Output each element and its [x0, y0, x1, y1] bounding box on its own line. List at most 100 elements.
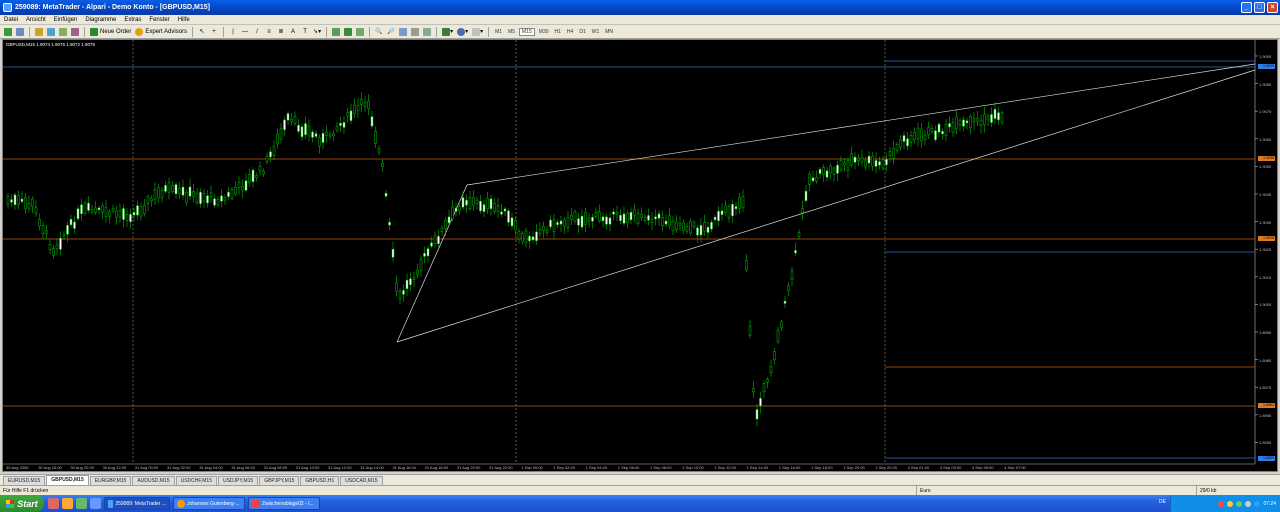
timeframe-m30[interactable]: M30: [537, 29, 551, 35]
tray-icon-4[interactable]: [1245, 500, 1252, 507]
quicklaunch-icon-1[interactable]: [48, 498, 59, 509]
language-indicator[interactable]: DE: [1159, 499, 1166, 505]
trendline-tool[interactable]: /: [252, 27, 262, 37]
price-tick-label: 1.9055: [1259, 164, 1272, 170]
candle-body: [507, 210, 510, 223]
minimize-button[interactable]: _: [1241, 2, 1252, 13]
candle-body: [97, 207, 101, 211]
tab-usdcad-m15[interactable]: USDCAD,M15: [340, 476, 383, 485]
new-chart-button[interactable]: [3, 27, 13, 37]
chart-area[interactable]: GBPUSD,M15 1.9074 1.9076 1.9072 1.9075 1…: [2, 39, 1278, 472]
profiles-button[interactable]: [15, 27, 25, 37]
timeframe-h4[interactable]: H4: [565, 29, 575, 35]
timeframe-h1[interactable]: H1: [553, 29, 563, 35]
candle-body: [804, 190, 808, 201]
start-button[interactable]: Start: [0, 495, 44, 512]
time-tick-label: 1 Sep 14:00: [746, 465, 769, 470]
channel-tool[interactable]: ≡: [264, 27, 274, 37]
tab-gbpusd-m15[interactable]: GBPUSD,M15: [46, 475, 89, 485]
title-bar[interactable]: 259089: MetaTrader - Alpari - Demo Konto…: [0, 0, 1280, 15]
menu-extras[interactable]: Extras: [120, 17, 145, 23]
tester-button[interactable]: [70, 27, 80, 37]
bar-chart-button[interactable]: [331, 27, 341, 37]
tray-icon-2[interactable]: [1227, 500, 1234, 507]
time-tick-label: 1 Sep 12:00: [714, 465, 736, 470]
time-tick-label: 31 Aug 02:00: [167, 465, 191, 470]
periods-button[interactable]: ▾: [456, 27, 469, 37]
quicklaunch-icon-2[interactable]: [62, 498, 73, 509]
label-tool[interactable]: T: [300, 27, 310, 37]
candle-body: [696, 227, 699, 236]
zoom-out-button[interactable]: 🔎: [386, 27, 396, 37]
time-tick-label: 31 Aug 08:00: [263, 465, 288, 470]
tile-windows-button[interactable]: [398, 27, 408, 37]
time-tick-label: 31 Aug 06:00: [231, 465, 255, 470]
candle-body: [636, 213, 640, 224]
task-paint[interactable]: Zwischenablage02 - I...: [248, 497, 320, 510]
menu-hilfe[interactable]: Hilfe: [174, 17, 194, 23]
maximize-button[interactable]: □: [1254, 2, 1265, 13]
candle-body: [888, 151, 892, 156]
tab-gbpusd-h1[interactable]: GBPUSD,H1: [300, 476, 340, 485]
new-order-button[interactable]: Neue Order: [89, 27, 132, 37]
tray-icon-5[interactable]: [1254, 500, 1261, 507]
tray-icon-3[interactable]: [1236, 500, 1243, 507]
candle-body: [20, 198, 24, 202]
tray-icon-1[interactable]: [1218, 500, 1225, 507]
expert-advisors-button[interactable]: Expert Advisors: [134, 27, 188, 37]
candle-body: [759, 397, 762, 407]
menu-datei[interactable]: Datei: [0, 17, 22, 23]
navigator-button[interactable]: [46, 27, 56, 37]
task-metatrader[interactable]: 259089: MetaTrader ...: [104, 497, 170, 510]
terminal-button[interactable]: [58, 27, 68, 37]
text-tool[interactable]: A: [288, 27, 298, 37]
vertical-line-tool[interactable]: |: [228, 27, 238, 37]
fibonacci-tool[interactable]: ≣: [276, 27, 286, 37]
market-watch-button[interactable]: [34, 27, 44, 37]
autoscroll-button[interactable]: [422, 27, 432, 37]
cursor-tool[interactable]: ↖: [197, 27, 207, 37]
tab-audusd-m15[interactable]: AUDUSD,M15: [132, 476, 175, 485]
tab-gbpjpy-m15[interactable]: GBPJPY,M15: [259, 476, 300, 485]
tab-eurgbp-m15[interactable]: EURGBP,M15: [89, 476, 132, 485]
candle-chart-button[interactable]: [343, 27, 353, 37]
candle-body: [685, 226, 689, 232]
tab-eurusd-m15[interactable]: EURUSD,M15: [3, 476, 46, 485]
menu-ansicht[interactable]: Ansicht: [22, 17, 50, 23]
horizontal-line-tool[interactable]: —: [240, 27, 250, 37]
timeframe-w1[interactable]: W1: [590, 29, 602, 35]
menu-diagramme[interactable]: Diagramme: [81, 17, 120, 23]
candle-body: [283, 119, 286, 130]
templates-button[interactable]: ▾: [471, 27, 484, 37]
candle-body: [388, 221, 391, 226]
candle-body: [780, 321, 783, 329]
timeframe-mn[interactable]: MN: [603, 29, 615, 35]
candle-body: [916, 127, 920, 140]
zoom-in-button[interactable]: 🔍: [374, 27, 384, 37]
timeframe-m5[interactable]: M5: [506, 29, 517, 35]
quick-launch: [48, 498, 101, 509]
close-button[interactable]: ×: [1267, 2, 1278, 13]
candle-body: [48, 244, 52, 250]
quicklaunch-icon-4[interactable]: [90, 498, 101, 509]
tab-usdchf-m15[interactable]: USDCHF,M15: [175, 476, 217, 485]
menu-fenster[interactable]: Fenster: [145, 17, 173, 23]
candle-body: [370, 116, 374, 127]
timeframe-d1[interactable]: D1: [577, 29, 587, 35]
timeframe-m1[interactable]: M1: [493, 29, 504, 35]
price-tick-label: 1.8985: [1259, 357, 1272, 363]
candle-body: [881, 159, 885, 169]
crosshair-tool[interactable]: +: [209, 27, 219, 37]
candle-body: [34, 207, 38, 214]
arrows-tool[interactable]: ➘▾: [312, 27, 322, 37]
menu-einfuegen[interactable]: Einfügen: [50, 17, 82, 23]
tab-usdjpy-m15[interactable]: USDJPY,M15: [217, 476, 259, 485]
line-chart-button[interactable]: [355, 27, 365, 37]
price-chart[interactable]: [3, 40, 1277, 471]
quicklaunch-icon-3[interactable]: [76, 498, 87, 509]
chart-shift-button[interactable]: [410, 27, 420, 37]
indicators-button[interactable]: ▾: [441, 27, 454, 37]
task-browser[interactable]: Johannes Gutenberg-...: [173, 497, 245, 510]
timeframe-m15[interactable]: M15: [519, 27, 535, 36]
candle-body: [556, 222, 559, 225]
